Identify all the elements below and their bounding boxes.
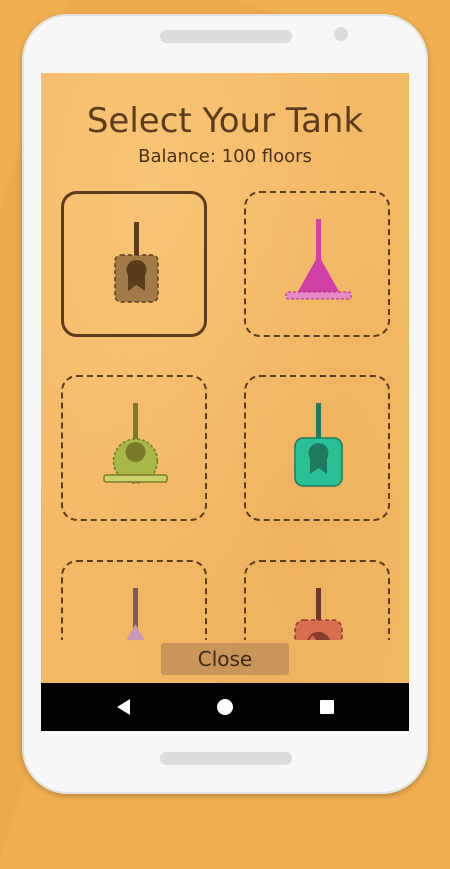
speaker-grille-bottom: [160, 752, 292, 765]
recent-apps-button[interactable]: [297, 683, 357, 731]
phone-frame: Select Your Tank Balance: 100 floors Clo…: [22, 14, 428, 794]
tank-option-4[interactable]: [244, 375, 390, 521]
speaker-grille: [160, 30, 292, 43]
tank-option-1[interactable]: [61, 191, 207, 337]
green-round-tank-icon: [103, 403, 168, 484]
app-screen: Select Your Tank Balance: 100 floors Clo…: [41, 73, 409, 731]
back-icon: [116, 699, 130, 715]
front-camera: [334, 27, 348, 41]
teal-ribbon-tank-icon: [294, 403, 343, 487]
brown-ribbon-tank-icon: [114, 222, 159, 303]
paper-background: Select Your Tank Balance: 100 floors Clo…: [41, 73, 409, 683]
tank-option-3[interactable]: [61, 375, 207, 521]
recent-apps-icon: [320, 700, 334, 714]
pink-cone-tank-icon: [285, 219, 352, 300]
back-button[interactable]: [93, 683, 153, 731]
home-button[interactable]: [195, 683, 255, 731]
lilac-cone-tank-icon: [126, 588, 145, 640]
tank-option-5[interactable]: [61, 560, 207, 640]
tank-option-6[interactable]: [244, 560, 390, 640]
home-icon: [217, 699, 233, 715]
red-radiation-tank-icon: [294, 588, 343, 640]
android-nav-bar: [41, 683, 409, 731]
tank-grid: [41, 73, 409, 640]
tank-option-2[interactable]: [244, 191, 390, 337]
close-button[interactable]: Close: [161, 643, 289, 675]
